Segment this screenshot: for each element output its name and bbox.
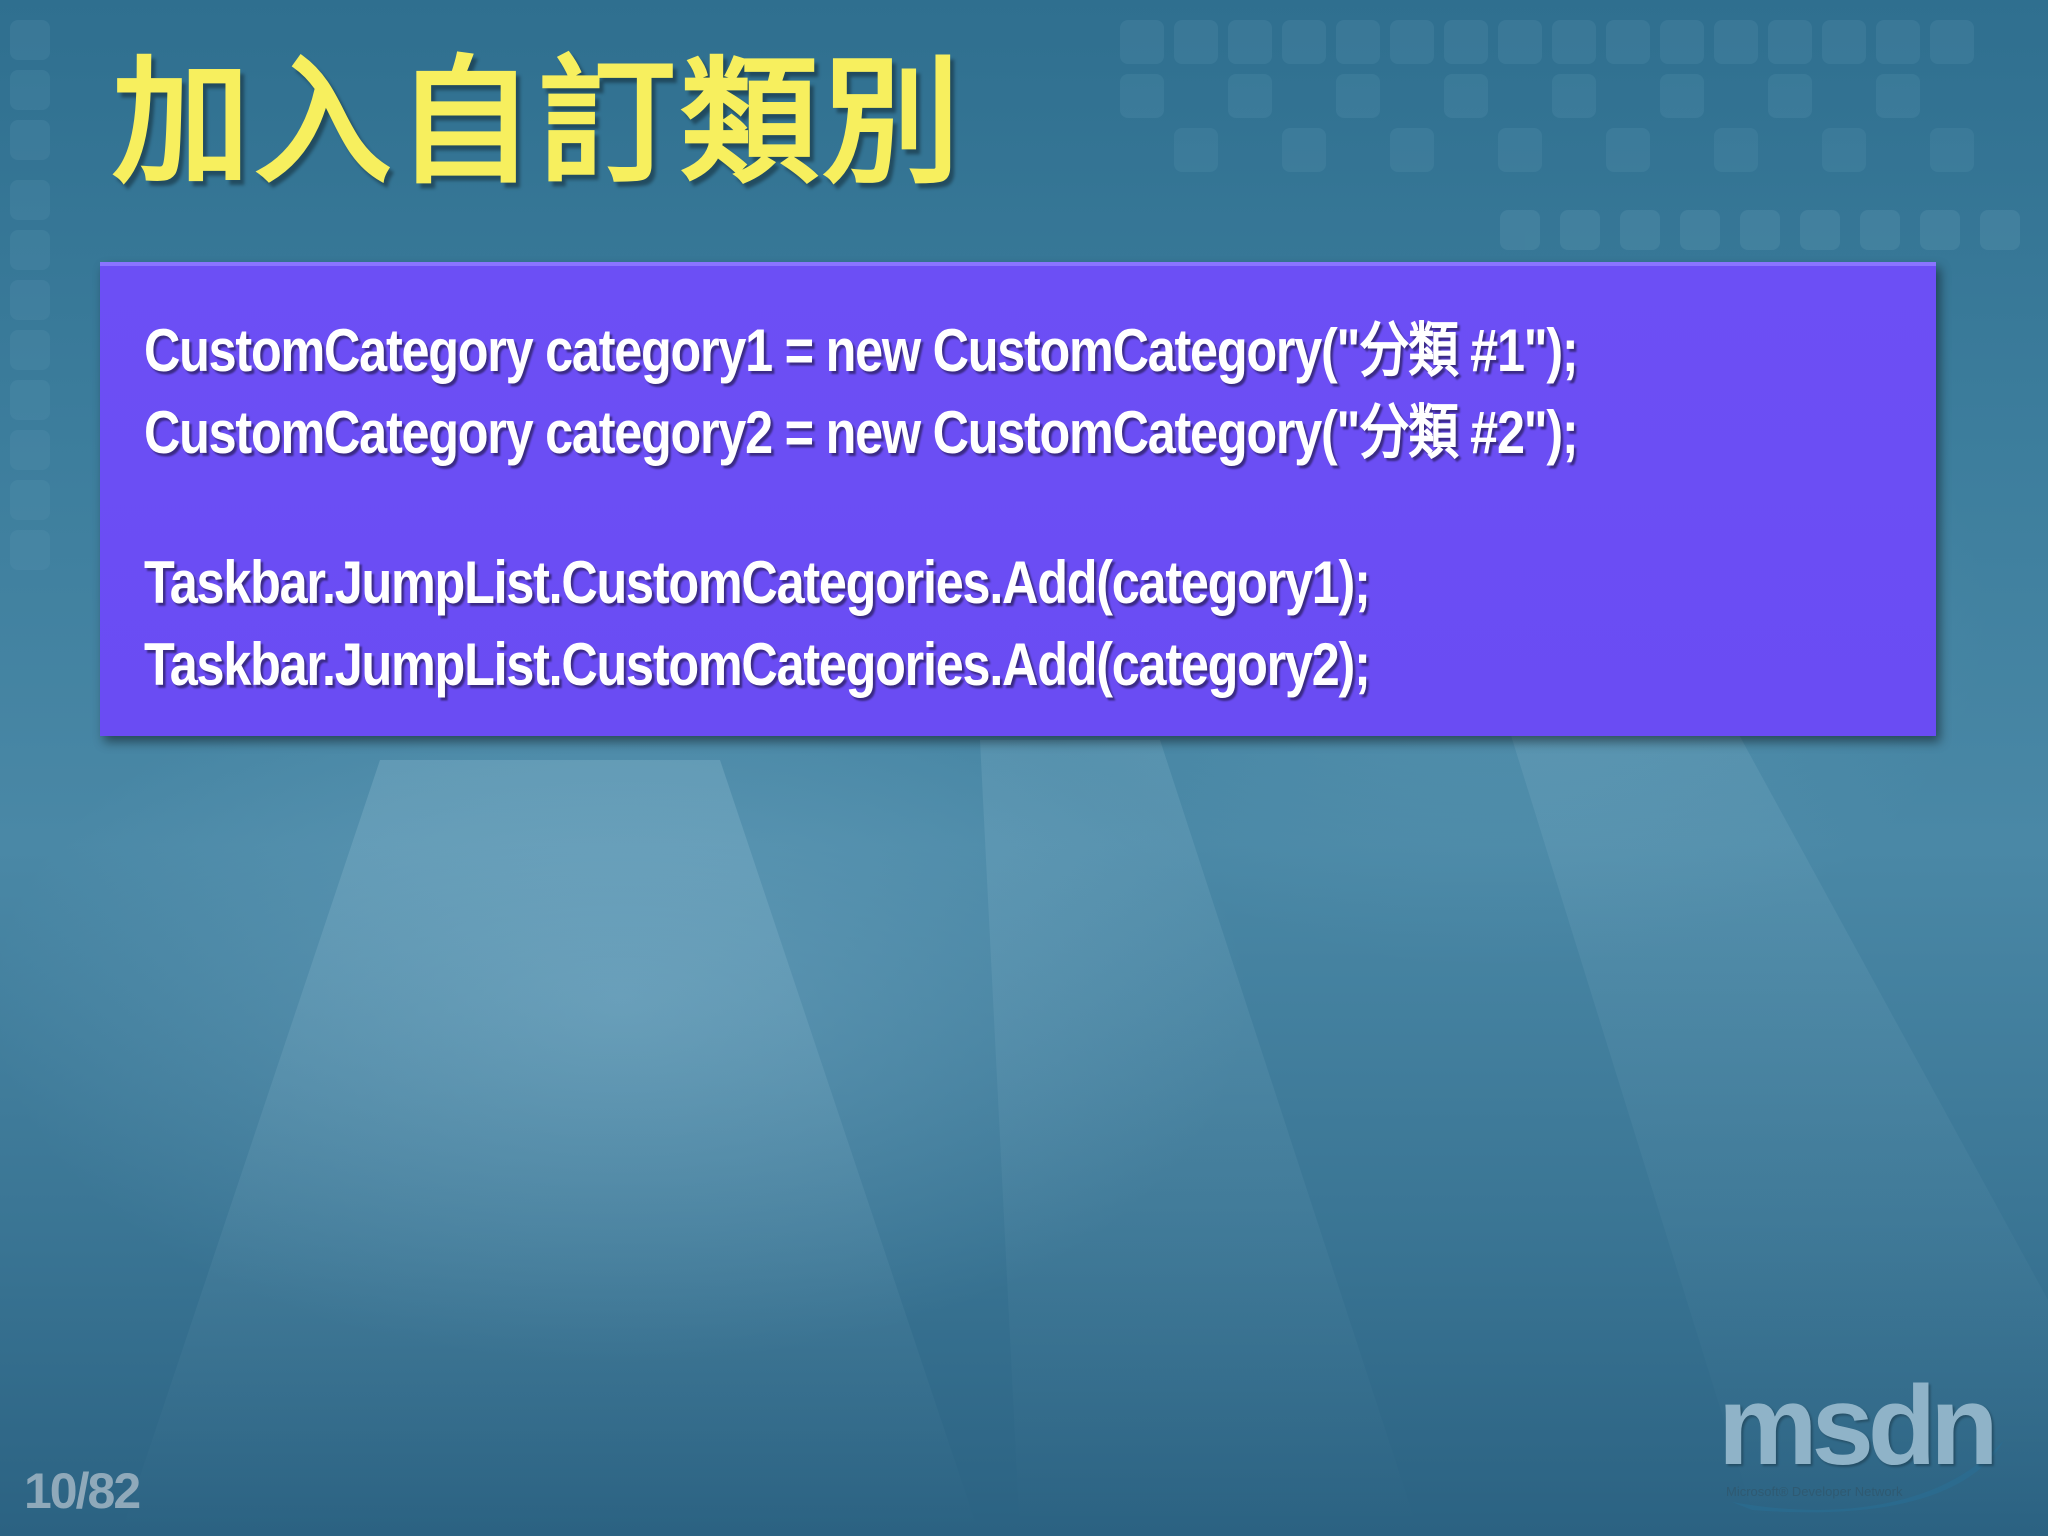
- code-block: CustomCategory category1 = new CustomCat…: [100, 262, 1936, 736]
- page-number: 10/82: [24, 1463, 141, 1519]
- background-decoration: [10, 20, 2048, 1536]
- logo-subtitle: Microsoft® Developer Network: [1726, 1484, 1903, 1499]
- code-line-3: Taskbar.JumpList.CustomCategories.Add(ca…: [144, 549, 1371, 616]
- slide-title: 加入自訂類別: [112, 46, 965, 200]
- logo-wordmark: msdn: [1718, 1363, 1999, 1488]
- code-line-1: CustomCategory category1 = new CustomCat…: [144, 317, 1579, 384]
- code-line-2: CustomCategory category2 = new CustomCat…: [144, 399, 1579, 466]
- code-line-4: Taskbar.JumpList.CustomCategories.Add(ca…: [144, 631, 1371, 698]
- msdn-logo: msdn Microsoft® Developer Network: [1712, 1370, 2012, 1520]
